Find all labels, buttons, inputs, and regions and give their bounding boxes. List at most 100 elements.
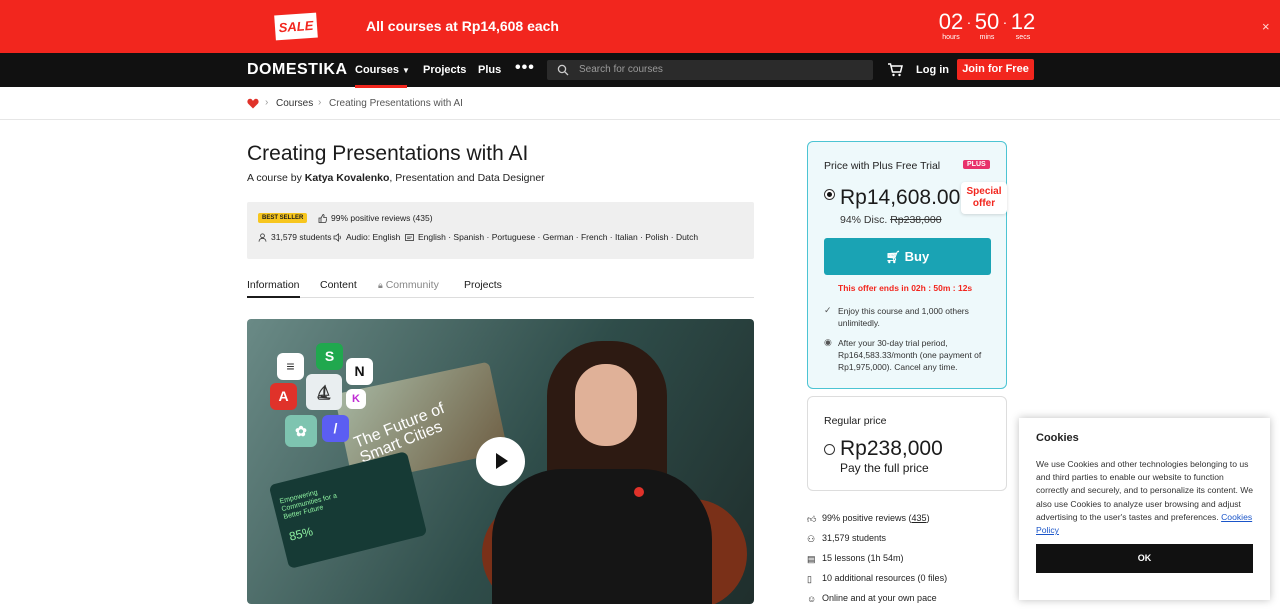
feature-lessons: ▤ 15 lessons (1h 54m)	[807, 553, 904, 564]
original-price: Rp238,000	[890, 214, 942, 226]
domestika-logo[interactable]: DOMESTIKA	[247, 61, 348, 79]
nav-projects[interactable]: Projects	[423, 64, 466, 76]
regular-panel-title: Regular price	[824, 415, 887, 427]
top-nav: DOMESTIKA Courses ▼ Projects Plus ••• Sea…	[0, 53, 1280, 88]
reviews-text[interactable]: 99% positive reviews (435)	[331, 213, 433, 223]
cart-icon[interactable]	[887, 62, 903, 78]
plus-price-panel: Price with Plus Free Trial PLUS Rp14,608…	[807, 141, 1007, 389]
feature-lessons-text: 15 lessons (1h 54m)	[822, 553, 904, 563]
promo-banner: SALE All courses at Rp14,608 each 02 hour…	[0, 0, 1280, 53]
instructor-body	[492, 469, 712, 604]
audio-stat: Audio: English	[333, 232, 400, 242]
app-chatgpt-icon: ✿	[285, 415, 317, 447]
promo-text: All courses at Rp14,608 each	[366, 18, 559, 34]
timer-mins-label: mins	[979, 34, 995, 41]
cookie-ok-button[interactable]: OK	[1036, 544, 1253, 573]
reviews-prefix: 99% positive reviews (	[822, 513, 912, 523]
check-icon: ✓	[824, 305, 832, 315]
course-stats: BEST SELLER 99% positive reviews (435) 3…	[247, 202, 754, 259]
audio-text: Audio: English	[346, 232, 401, 242]
plus-note-1: Enjoy this course and 1,000 others unlim…	[838, 306, 969, 328]
students-stat: 31,579 students	[258, 232, 332, 242]
offer-countdown: This offer ends in 02h : 50m : 12s	[838, 283, 973, 293]
byline-suffix: , Presentation and Data Designer	[389, 172, 545, 184]
user-icon	[258, 232, 267, 242]
course-tabs: Information Content 🔒︎ Community Project…	[247, 279, 754, 298]
app-slash-icon: /	[322, 415, 349, 442]
app-k-icon: K	[346, 389, 366, 409]
close-icon[interactable]: ×	[1262, 19, 1270, 34]
tab-projects[interactable]: Projects	[464, 279, 502, 291]
cart-icon: 🛒︎	[885, 250, 902, 264]
tab-information[interactable]: Information	[247, 279, 300, 298]
chevron-down-icon: ▼	[402, 66, 410, 75]
regular-price: Rp238,000	[840, 437, 943, 460]
login-link[interactable]: Log in	[916, 64, 949, 76]
regular-price-panel: Regular price Rp238,000 Pay the full pri…	[807, 396, 1007, 491]
buy-label: Buy	[904, 249, 930, 264]
special-offer-badge: Special offer	[961, 182, 1007, 214]
subtitles-stat: English · Spanish · Portuguese · German …	[405, 232, 698, 242]
play-button[interactable]	[476, 437, 525, 486]
regular-radio[interactable]	[824, 444, 835, 455]
cookie-title: Cookies	[1036, 432, 1079, 444]
more-menu-icon[interactable]: •••	[515, 59, 535, 77]
plus-price: Rp14,608.00	[840, 186, 961, 209]
chevron-right-icon: ›	[265, 97, 269, 108]
plus-note-2: After your 30-day trial period, Rp164,58…	[838, 338, 982, 372]
breadcrumb-current: Creating Presentations with AI	[329, 98, 463, 109]
app-s-icon: S	[316, 343, 343, 370]
course-title: Creating Presentations with AI	[247, 142, 529, 165]
breadcrumb-courses[interactable]: Courses	[276, 98, 313, 109]
feature-resources: ▯ 10 additional resources (0 files)	[807, 573, 947, 584]
best-seller-badge: BEST SELLER	[258, 213, 308, 223]
reviews-count-link[interactable]: 435	[912, 513, 927, 523]
app-stack-icon: ≡	[277, 353, 304, 380]
feature-students: ⚇ 31,579 students	[807, 533, 887, 544]
speaker-icon	[333, 232, 341, 242]
instructor-face	[575, 364, 637, 446]
lock-icon: 🔒︎	[378, 280, 383, 290]
timer-mins: 50	[974, 9, 1000, 34]
search-icon	[557, 64, 569, 76]
countdown-timer: 02 hours · 50 mins · 12 secs	[938, 9, 1036, 42]
app-notion-icon: N	[346, 358, 373, 385]
course-byline: A course by Katya Kovalenko, Presentatio…	[247, 172, 545, 184]
plus-badge: PLUS	[963, 160, 990, 169]
feature-reviews: 👍︎ 99% positive reviews (435)	[807, 513, 930, 524]
nav-plus[interactable]: Plus	[478, 64, 501, 76]
user-icon: ⚇	[807, 533, 816, 544]
search-placeholder: Search for courses	[579, 64, 663, 75]
tab-community-label: Community	[385, 279, 439, 291]
file-icon: ▯	[807, 573, 812, 584]
feature-pace-text: Online and at your own pace	[822, 593, 937, 603]
join-button[interactable]: Join for Free	[957, 59, 1034, 80]
timer-hours-label: hours	[942, 34, 960, 41]
breadcrumb: › Courses › Creating Presentations with …	[0, 87, 1280, 120]
nav-courses[interactable]: Courses ▼	[355, 64, 410, 88]
nav-courses-label: Courses	[355, 64, 400, 76]
author-link[interactable]: Katya Kovalenko	[305, 172, 390, 184]
tab-community[interactable]: 🔒︎ Community	[378, 279, 439, 291]
discount-info: 94% Disc. Rp238,000	[840, 214, 942, 226]
timer-secs: 12	[1010, 9, 1036, 34]
feature-pace: ☺ Online and at your own pace	[807, 593, 937, 604]
plus-radio[interactable]	[824, 189, 835, 200]
feature-students-text: 31,579 students	[822, 533, 887, 543]
thumbs-up-icon	[318, 213, 327, 223]
smile-icon: ☺	[807, 593, 817, 604]
chevron-right-icon: ›	[318, 97, 322, 108]
regular-price-sub: Pay the full price	[840, 461, 929, 475]
reviews-stat: 99% positive reviews (435)	[318, 213, 433, 223]
tab-content[interactable]: Content	[320, 279, 357, 291]
subtitles-text: English · Spanish · Portuguese · German …	[418, 232, 699, 242]
plus-panel-title: Price with Plus Free Trial	[824, 160, 941, 172]
app-figure-icon: ⛵︎	[306, 374, 342, 410]
sale-logo: SALE	[274, 12, 318, 41]
buy-button[interactable]: 🛒︎ Buy	[824, 238, 991, 275]
home-heart-icon[interactable]	[247, 98, 259, 109]
course-video[interactable]: The Future of Smart Cities Empowering Co…	[247, 319, 754, 604]
students-text: 31,579 students	[271, 232, 332, 242]
search-input[interactable]: Search for courses	[547, 60, 873, 80]
timer-secs-label: secs	[1015, 34, 1031, 41]
